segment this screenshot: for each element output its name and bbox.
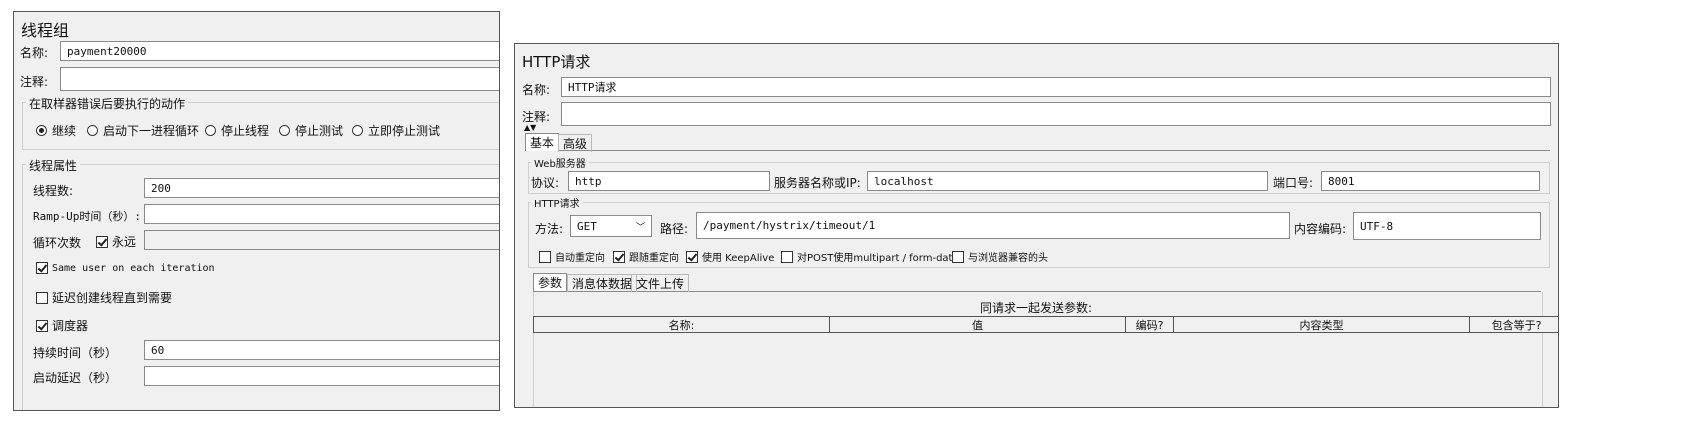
check-icon xyxy=(686,250,698,263)
checkbox-icon xyxy=(781,250,793,263)
radio-continue[interactable]: 继续 xyxy=(36,122,76,139)
multipart-checkbox[interactable]: 对POST使用multipart / form-data xyxy=(781,249,959,264)
thread-group-panel: 线程组 名称: payment20000 注释: 在取样器错误后要执行的动作 继… xyxy=(13,11,500,411)
startup-delay-label: 启动延迟（秒） xyxy=(33,371,118,385)
http-group-legend: HTTP请求 xyxy=(531,195,583,210)
threads-label: 线程数: xyxy=(33,184,74,198)
keepalive-checkbox[interactable]: 使用 KeepAlive xyxy=(686,249,774,264)
tab-file-upload[interactable]: 文件上传 xyxy=(631,274,690,292)
http-comment-field[interactable] xyxy=(561,102,1551,126)
radio-dot xyxy=(87,125,98,136)
radio-start-next-loop[interactable]: 启动下一进程循环 xyxy=(87,122,199,139)
encoding-label: 内容编码: xyxy=(1294,222,1347,236)
path-field[interactable]: /payment/hystrix/timeout/1 xyxy=(696,212,1290,239)
loop-field[interactable] xyxy=(144,230,499,250)
tab-body-data[interactable]: 消息体数据 xyxy=(567,274,638,292)
checkbox-icon xyxy=(952,250,964,263)
tab-advanced[interactable]: 高级 xyxy=(558,134,593,152)
method-select[interactable]: GET ﹀ xyxy=(570,215,652,237)
name-field[interactable]: payment20000 xyxy=(60,41,499,61)
radio-stop-thread[interactable]: 停止线程 xyxy=(205,122,269,139)
follow-redirect-checkbox[interactable]: 跟随重定向 xyxy=(613,249,679,264)
threads-field[interactable]: 200 xyxy=(144,178,499,198)
duration-field[interactable]: 60 xyxy=(144,340,499,360)
protocol-field[interactable]: http xyxy=(568,171,770,191)
collapse-arrows-icon[interactable]: ▲▼ xyxy=(524,124,536,132)
column-header-include-equals[interactable]: 包含等于? xyxy=(1470,317,1558,332)
rampup-field[interactable] xyxy=(144,204,499,224)
http-name-field[interactable]: HTTP请求 xyxy=(561,77,1551,97)
tab-strip-line xyxy=(525,150,1550,151)
browser-headers-checkbox[interactable]: 与浏览器兼容的头 xyxy=(952,249,1048,264)
thread-props-legend: 线程属性 xyxy=(26,157,81,174)
radio-dot-selected xyxy=(36,125,47,136)
tab-basic[interactable]: 基本 xyxy=(525,133,560,151)
duration-label: 持续时间（秒） xyxy=(33,346,118,360)
comment-field[interactable] xyxy=(60,67,499,91)
same-user-checkbox[interactable]: Same user on each iteration xyxy=(36,262,215,274)
name-label: 名称: xyxy=(20,46,49,60)
params-title: 同请求一起发送参数: xyxy=(980,301,1093,315)
thread-group-title: 线程组 xyxy=(21,21,70,40)
radio-stop-test-now[interactable]: 立即停止测试 xyxy=(352,122,440,139)
loop-label: 循环次数 xyxy=(33,236,82,250)
web-server-legend: Web服务器 xyxy=(531,155,589,170)
server-field[interactable]: localhost xyxy=(867,171,1268,191)
check-icon xyxy=(613,250,625,263)
port-label: 端口号: xyxy=(1273,176,1314,190)
encoding-field[interactable]: UTF-8 xyxy=(1353,212,1541,240)
scheduler-checkbox[interactable]: 调度器 xyxy=(36,317,88,334)
http-name-label: 名称: xyxy=(522,83,551,97)
path-label: 路径: xyxy=(660,222,689,236)
radio-dot xyxy=(352,125,363,136)
check-icon xyxy=(36,262,48,274)
error-action-legend: 在取样器错误后要执行的动作 xyxy=(26,95,189,112)
chevron-down-icon: ﹀ xyxy=(635,222,645,233)
forever-checkbox[interactable]: 永远 xyxy=(96,233,136,250)
startup-delay-field[interactable] xyxy=(144,366,499,386)
delay-create-checkbox[interactable]: 延迟创建线程直到需要 xyxy=(36,289,172,306)
tab-params[interactable]: 参数 xyxy=(533,273,568,291)
check-icon xyxy=(36,319,48,332)
radio-stop-test[interactable]: 停止测试 xyxy=(279,122,343,139)
params-table-header: 名称: 值 编码? 内容类型 包含等于? xyxy=(533,316,1558,333)
checkbox-icon xyxy=(36,291,48,304)
column-header-encode[interactable]: 编码? xyxy=(1126,317,1174,332)
radio-dot xyxy=(205,125,216,136)
port-field[interactable]: 8001 xyxy=(1321,171,1540,191)
column-header-value[interactable]: 值 xyxy=(830,317,1126,332)
method-label: 方法: xyxy=(535,222,564,236)
comment-label: 注释: xyxy=(20,75,49,89)
server-label: 服务器名称或IP: xyxy=(774,176,861,190)
checkbox-icon xyxy=(539,250,551,263)
rampup-label: Ramp-Up时间（秒）: xyxy=(33,210,141,223)
column-header-name[interactable]: 名称: xyxy=(534,317,830,332)
protocol-label: 协议: xyxy=(531,176,560,190)
http-request-title: HTTP请求 xyxy=(522,53,591,71)
column-header-content-type[interactable]: 内容类型 xyxy=(1174,317,1470,332)
http-request-panel: HTTP请求 名称: HTTP请求 注释: ▲▼ 基本 高级 Web服务器 协议… xyxy=(514,43,1559,408)
radio-dot xyxy=(279,125,290,136)
check-icon xyxy=(96,235,108,248)
auto-redirect-checkbox[interactable]: 自动重定向 xyxy=(539,249,605,264)
